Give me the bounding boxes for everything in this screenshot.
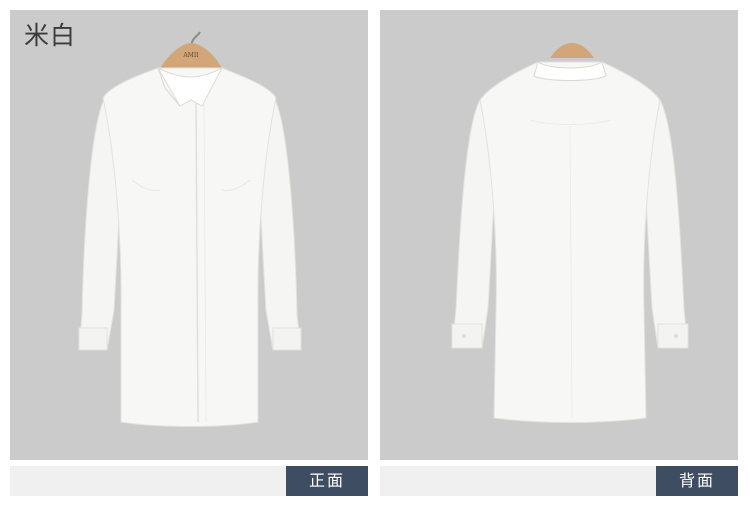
back-view-label: 背面 [656,466,738,496]
back-label-bar: 背面 [380,466,738,496]
back-view-panel [380,10,738,460]
front-shirt-image: AMII [78,31,302,427]
color-name-label: 米白 [24,21,77,50]
back-shirt-image [451,43,689,423]
front-view-label: 正面 [286,466,368,496]
hanger-icon [550,43,594,58]
front-view-panel: AMII 米白 [10,10,368,460]
hanger-brand: AMII [182,52,199,59]
front-label-bar: 正面 [10,466,368,496]
